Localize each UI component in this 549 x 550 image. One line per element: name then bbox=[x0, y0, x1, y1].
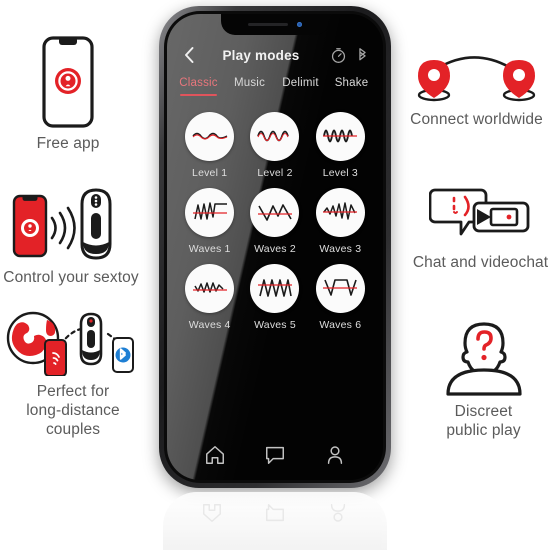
feature-connect-worldwide: Connect worldwide bbox=[404, 50, 549, 130]
chat-icon[interactable] bbox=[264, 444, 286, 466]
mode-item[interactable]: Waves 3 bbox=[308, 187, 373, 255]
earpiece-speaker bbox=[247, 22, 288, 27]
wave-zigzag-rising-icon bbox=[315, 187, 365, 237]
promo-infographic: Free app Control your sextoy Perfect for… bbox=[0, 0, 549, 550]
phone-signal-toy-icon bbox=[8, 180, 134, 262]
active-tab-underline bbox=[180, 94, 217, 96]
wave-v-plateau-icon bbox=[315, 263, 365, 313]
phone-notch bbox=[221, 14, 329, 35]
mode-label: Waves 1 bbox=[188, 242, 231, 255]
mode-label: Waves 2 bbox=[254, 242, 296, 255]
wave-sine-high-icon bbox=[315, 111, 365, 161]
tab-label: Classic bbox=[179, 77, 218, 89]
tab-label: Music bbox=[233, 77, 266, 89]
bottom-navigation bbox=[167, 444, 383, 466]
mode-label: Waves 3 bbox=[319, 242, 362, 255]
feature-label: Free app bbox=[36, 135, 100, 152]
chevron-left-icon bbox=[185, 47, 194, 63]
mode-label: Waves 5 bbox=[254, 318, 296, 331]
feature-label: Control your sextoy bbox=[3, 269, 139, 286]
tab-label: Shake bbox=[334, 77, 369, 89]
wave-ramp-plateau-icon bbox=[185, 187, 235, 237]
chat-icon-reflection bbox=[264, 502, 286, 524]
app-header: Play modes bbox=[167, 42, 383, 68]
mode-item[interactable]: Waves 5 bbox=[242, 263, 307, 331]
wave-zigzag-wide-icon bbox=[250, 187, 300, 237]
mode-label: Level 1 bbox=[192, 166, 228, 179]
phone-lock-icon bbox=[42, 36, 94, 128]
mode-label: Level 2 bbox=[257, 166, 293, 179]
feature-label: Discreet public play bbox=[446, 403, 521, 439]
feature-label: Perfect for long-distance couples bbox=[26, 383, 120, 438]
mode-label: Waves 4 bbox=[188, 318, 231, 331]
feature-label: Connect worldwide bbox=[410, 111, 543, 128]
timer-icon[interactable] bbox=[330, 47, 347, 64]
profile-icon[interactable] bbox=[324, 444, 346, 466]
page-title: Play modes bbox=[222, 47, 300, 63]
mode-item[interactable]: Level 2 bbox=[242, 111, 307, 179]
tab-music[interactable]: Music bbox=[224, 77, 275, 102]
wave-sawtooth-icon bbox=[250, 263, 300, 313]
mode-tabs: Classic Music Delimit Shake bbox=[167, 77, 383, 102]
tab-label: Delimit bbox=[282, 77, 319, 89]
mode-item[interactable]: Waves 6 bbox=[308, 263, 373, 331]
mode-item[interactable]: Level 3 bbox=[308, 111, 373, 179]
mode-item[interactable]: Waves 2 bbox=[242, 187, 307, 255]
phone-screen: Play modes Classic Music Delimit Shake L… bbox=[167, 14, 383, 480]
bluetooth-icon[interactable] bbox=[354, 47, 371, 64]
home-icon[interactable] bbox=[204, 444, 226, 466]
play-mode-grid: Level 1 Level 2 Level 3 Waves 1 Waves 2 … bbox=[167, 102, 383, 331]
phone-bezel: Play modes Classic Music Delimit Shake L… bbox=[164, 11, 386, 483]
tab-shake[interactable]: Shake bbox=[326, 77, 377, 102]
mode-item[interactable]: Level 1 bbox=[177, 111, 242, 179]
feature-chat-videochat: Chat and videochat bbox=[412, 185, 549, 273]
phone-reflection bbox=[163, 492, 387, 550]
reflected-navigation bbox=[163, 502, 387, 524]
back-button[interactable] bbox=[179, 45, 199, 65]
wave-sine-low-icon bbox=[185, 111, 235, 161]
tab-delimit[interactable]: Delimit bbox=[275, 77, 326, 102]
mode-item[interactable]: Waves 4 bbox=[177, 263, 242, 331]
wave-zigzag-small-icon bbox=[185, 263, 235, 313]
chat-bubble-video-icon bbox=[428, 185, 533, 247]
phone-mockup: Play modes Classic Music Delimit Shake L… bbox=[159, 6, 391, 488]
feature-label: Chat and videochat bbox=[412, 254, 549, 271]
anonymous-person-icon bbox=[436, 320, 532, 396]
two-map-pins-icon bbox=[406, 50, 548, 104]
home-icon-reflection bbox=[201, 502, 223, 524]
mode-label: Level 3 bbox=[322, 166, 358, 179]
profile-icon-reflection bbox=[327, 502, 349, 524]
feature-control-sextoy: Control your sextoy bbox=[0, 180, 142, 288]
tab-classic[interactable]: Classic bbox=[173, 77, 224, 102]
mode-label: Waves 6 bbox=[319, 318, 362, 331]
wave-sine-mid-icon bbox=[250, 111, 300, 161]
mode-item[interactable]: Waves 1 bbox=[177, 187, 242, 255]
feature-long-distance: Perfect for long-distance couples bbox=[0, 300, 146, 440]
feature-free-app: Free app bbox=[0, 36, 136, 154]
feature-discreet-play: Discreet public play bbox=[418, 320, 549, 441]
globe-phone-toy-bluetooth-icon bbox=[3, 300, 143, 376]
front-camera bbox=[296, 21, 303, 28]
